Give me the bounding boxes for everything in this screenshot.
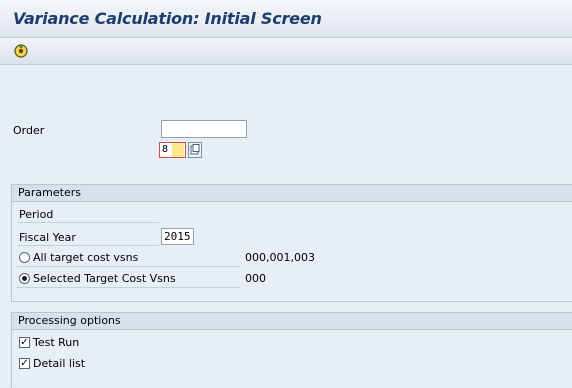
value-help-icon xyxy=(190,144,200,155)
selected-target-value: 000 xyxy=(245,272,266,285)
title-bar: Variance Calculation: Initial Screen xyxy=(0,0,572,38)
period-value: 8 xyxy=(162,144,169,155)
selected-target-radio[interactable] xyxy=(19,273,30,284)
detail-list-checkbox[interactable]: ✓ xyxy=(19,358,30,369)
period-label: Period xyxy=(19,208,54,221)
test-run-checkbox[interactable]: ✓ xyxy=(19,337,30,348)
page-title: Variance Calculation: Initial Screen xyxy=(13,9,322,28)
detail-list-label: Detail list xyxy=(33,357,86,370)
fiscal-year-input[interactable]: 2015 xyxy=(161,228,194,245)
all-target-row-line xyxy=(17,266,240,267)
processing-options-group: Processing options xyxy=(11,312,572,388)
order-input[interactable] xyxy=(161,120,247,138)
all-target-label: All target cost vsns xyxy=(33,251,139,264)
all-target-value: 000,001,003 xyxy=(245,251,315,264)
fiscal-year-label: Fiscal Year xyxy=(19,231,76,244)
order-label: Order xyxy=(13,124,45,137)
parameters-heading: Parameters xyxy=(12,185,572,202)
processing-options-heading: Processing options xyxy=(12,313,572,330)
test-run-label: Test Run xyxy=(33,336,80,349)
all-target-radio[interactable] xyxy=(19,252,30,263)
period-value-help-button[interactable] xyxy=(188,142,202,158)
execute-button[interactable] xyxy=(12,42,30,60)
period-input-cursor xyxy=(172,143,184,157)
execute-icon xyxy=(14,44,28,58)
application-toolbar xyxy=(0,38,572,65)
fiscal-year-row-line xyxy=(17,245,159,246)
selected-target-label: Selected Target Cost Vsns xyxy=(33,272,176,285)
period-input[interactable]: 8 xyxy=(159,142,186,158)
selected-target-row-line xyxy=(17,287,240,288)
period-row-line xyxy=(17,222,159,223)
